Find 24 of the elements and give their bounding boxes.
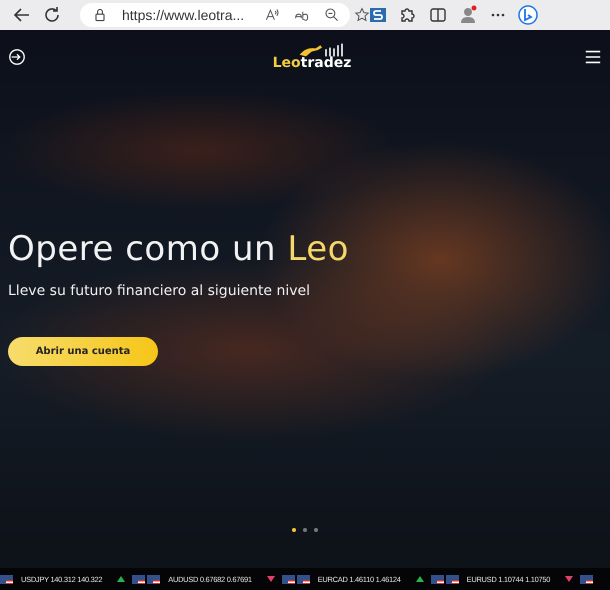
zoom-out-icon[interactable] bbox=[324, 7, 340, 23]
flag-icon bbox=[296, 574, 310, 584]
logo-text: Leotradez bbox=[272, 55, 352, 71]
refresh-icon[interactable] bbox=[42, 5, 62, 25]
star-icon[interactable] bbox=[354, 7, 370, 23]
read-aloud-icon[interactable] bbox=[264, 7, 280, 23]
flag-icon bbox=[147, 574, 160, 584]
carousel-dot[interactable] bbox=[303, 528, 307, 532]
open-account-button[interactable]: Abrir una cuenta bbox=[8, 337, 158, 366]
flag-icon bbox=[282, 574, 295, 584]
hero-headline: Opere como un Leo bbox=[8, 229, 350, 269]
login-icon[interactable] bbox=[8, 48, 26, 66]
url-text: https://www.leotra... bbox=[122, 7, 244, 23]
profile-icon[interactable] bbox=[458, 5, 478, 25]
flag-icon bbox=[132, 574, 146, 584]
flag-icon bbox=[446, 574, 459, 584]
flag-icon bbox=[580, 574, 594, 584]
hero-subtitle: Lleve su futuro financiero al siguiente nivel bbox=[8, 283, 312, 299]
logo[interactable]: Leotradez bbox=[272, 42, 352, 71]
carousel-dot[interactable] bbox=[314, 528, 318, 532]
flag-icon bbox=[0, 574, 13, 584]
carousel-dot[interactable] bbox=[292, 528, 296, 532]
extension-icon[interactable] bbox=[368, 5, 388, 25]
flag-icon bbox=[430, 574, 444, 584]
